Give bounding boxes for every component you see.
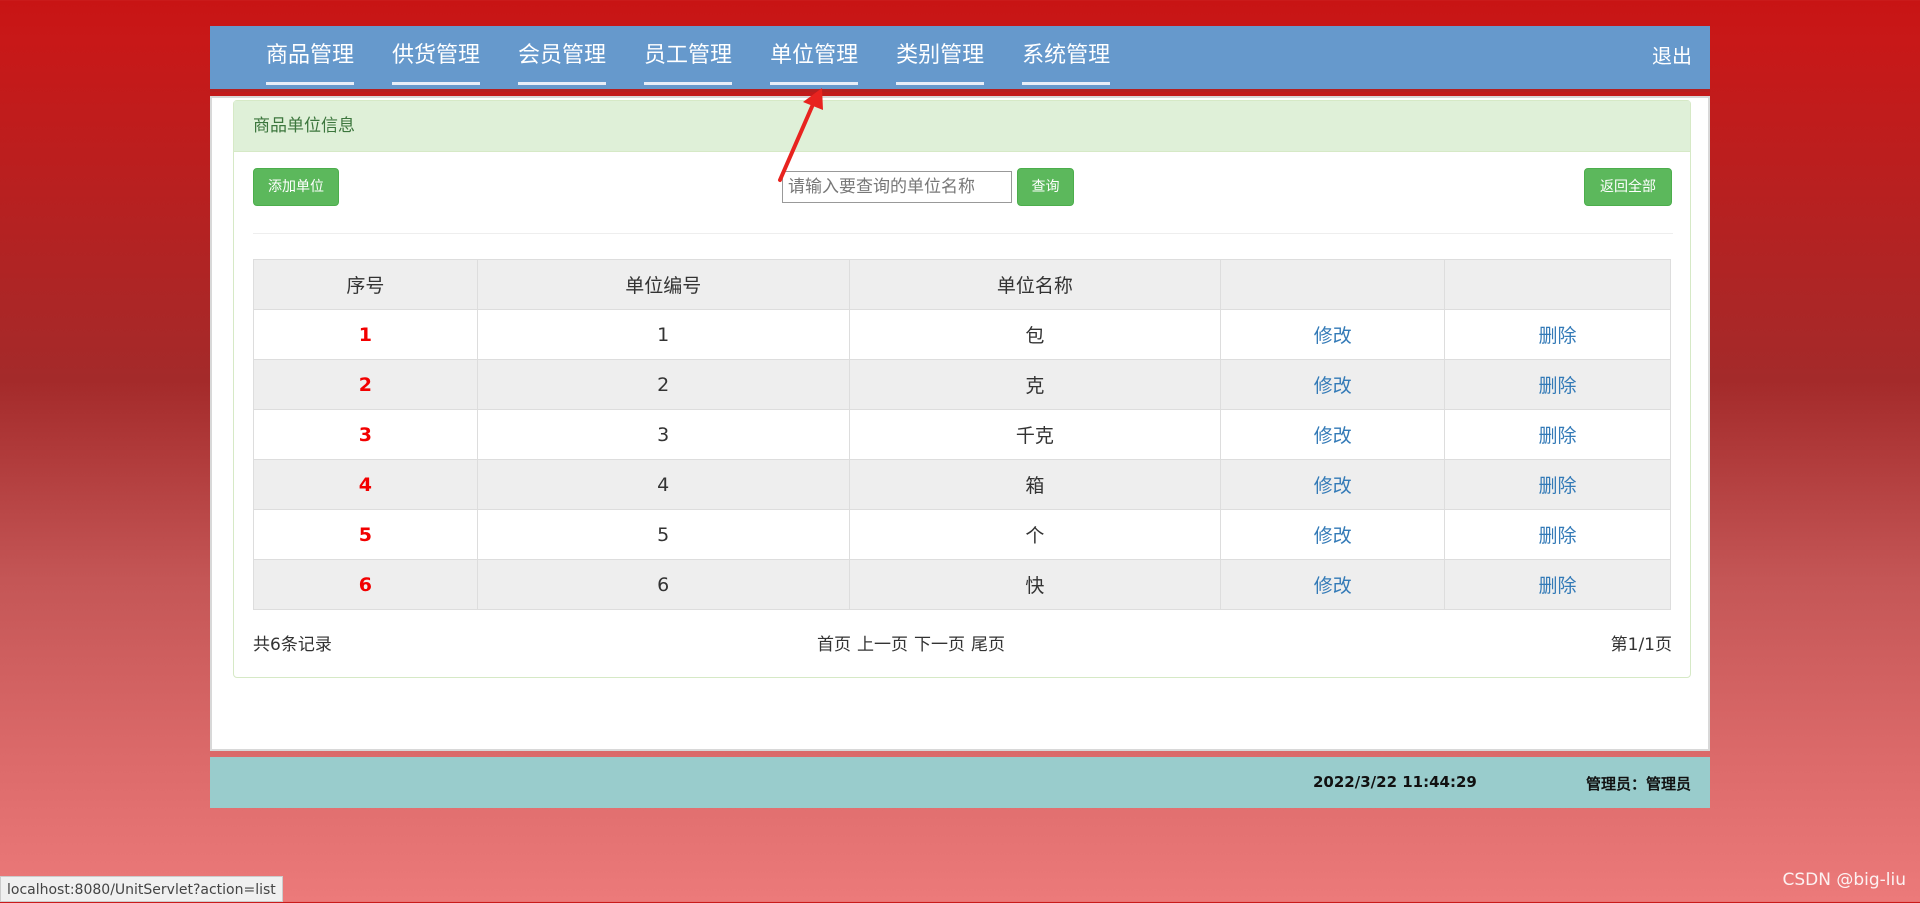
- row-unit-code: 4: [476, 459, 850, 510]
- table-row: 6 6 快 修改 删除: [253, 559, 1671, 610]
- row-unit-name: 千克: [848, 409, 1222, 460]
- edit-link[interactable]: 修改: [1314, 425, 1352, 447]
- table-row: 1 1 包 修改 删除: [253, 309, 1671, 360]
- main-content: 商品单位信息 添加单位 查询 返回全部 序号 单位编号 单位名称: [210, 96, 1710, 751]
- header-edit: [1220, 259, 1446, 310]
- next-page-link[interactable]: 下一页: [914, 635, 965, 655]
- nav-item-goods[interactable]: 商品管理: [266, 26, 355, 89]
- nav-item-categories[interactable]: 类别管理: [896, 26, 985, 89]
- nav-items: 商品管理 供货管理 会员管理 员工管理 单位管理 类别管理 系统管理: [266, 26, 1148, 89]
- table-row: 4 4 箱 修改 删除: [253, 459, 1671, 510]
- edit-link[interactable]: 修改: [1314, 375, 1352, 397]
- header-index: 序号: [253, 259, 478, 310]
- datetime: 2022/3/22 11:44:29: [1313, 773, 1477, 791]
- nav-item-units[interactable]: 单位管理: [770, 26, 859, 89]
- last-page-link[interactable]: 尾页: [971, 635, 1005, 655]
- prev-page-link[interactable]: 上一页: [857, 635, 908, 655]
- row-unit-name: 箱: [848, 459, 1222, 510]
- edit-link[interactable]: 修改: [1314, 325, 1352, 347]
- edit-link[interactable]: 修改: [1314, 575, 1352, 597]
- edit-link[interactable]: 修改: [1314, 525, 1352, 547]
- nav-item-members[interactable]: 会员管理: [518, 26, 607, 89]
- record-count: 共6条记录: [253, 635, 332, 655]
- add-unit-button[interactable]: 添加单位: [253, 168, 339, 206]
- first-page-link[interactable]: 首页: [817, 635, 851, 655]
- nav-item-system[interactable]: 系统管理: [1022, 26, 1111, 89]
- delete-link[interactable]: 删除: [1539, 575, 1577, 597]
- logout-link[interactable]: 退出: [1652, 40, 1692, 72]
- unit-panel: 商品单位信息 添加单位 查询 返回全部 序号 单位编号 单位名称: [233, 100, 1691, 678]
- nav-item-supply[interactable]: 供货管理: [392, 26, 481, 89]
- table-row: 5 5 个 修改 删除: [253, 509, 1671, 560]
- row-index: 2: [253, 359, 478, 410]
- table-header-row: 序号 单位编号 单位名称: [253, 259, 1671, 310]
- row-unit-code: 5: [476, 509, 850, 560]
- row-unit-code: 1: [476, 309, 850, 360]
- top-nav: 商品管理 供货管理 会员管理 员工管理 单位管理 类别管理 系统管理 退出: [210, 26, 1710, 92]
- watermark: CSDN @big-liu: [1782, 870, 1906, 890]
- row-index: 5: [253, 509, 478, 560]
- status-bar-url: localhost:8080/UnitServlet?action=list: [0, 876, 283, 902]
- row-unit-name: 克: [848, 359, 1222, 410]
- row-index: 4: [253, 459, 478, 510]
- annotation-arrow-icon: [778, 88, 823, 182]
- units-table: 序号 单位编号 单位名称 1 1 包 修改 删除 2 2 克 修改 删除 3 3…: [253, 259, 1671, 610]
- table-row: 3 3 千克 修改 删除: [253, 409, 1671, 460]
- table-row: 2 2 克 修改 删除: [253, 359, 1671, 410]
- page-info: 第1/1页: [1610, 635, 1672, 655]
- row-index: 6: [253, 559, 478, 610]
- header-unit-name: 单位名称: [848, 259, 1222, 310]
- delete-link[interactable]: 删除: [1539, 525, 1577, 547]
- divider: [253, 233, 1673, 234]
- current-user: 管理员：管理员: [1585, 775, 1691, 793]
- nav-item-staff[interactable]: 员工管理: [644, 26, 733, 89]
- row-unit-code: 2: [476, 359, 850, 410]
- header-delete: [1444, 259, 1671, 310]
- header-unit-code: 单位编号: [476, 259, 850, 310]
- row-unit-name: 快: [848, 559, 1222, 610]
- delete-link[interactable]: 删除: [1539, 425, 1577, 447]
- delete-link[interactable]: 删除: [1539, 375, 1577, 397]
- search-button[interactable]: 查询: [1017, 168, 1074, 206]
- row-unit-code: 6: [476, 559, 850, 610]
- row-index: 1: [253, 309, 478, 360]
- footer-bar: 2022/3/22 11:44:29 管理员：管理员: [210, 757, 1710, 808]
- edit-link[interactable]: 修改: [1314, 475, 1352, 497]
- delete-link[interactable]: 删除: [1539, 325, 1577, 347]
- pagination: 首页 上一页 下一页 尾页: [817, 633, 1011, 657]
- row-index: 3: [253, 409, 478, 460]
- delete-link[interactable]: 删除: [1539, 475, 1577, 497]
- row-unit-code: 3: [476, 409, 850, 460]
- row-unit-name: 个: [848, 509, 1222, 560]
- panel-title: 商品单位信息: [234, 101, 1690, 152]
- return-all-button[interactable]: 返回全部: [1584, 168, 1672, 206]
- row-unit-name: 包: [848, 309, 1222, 360]
